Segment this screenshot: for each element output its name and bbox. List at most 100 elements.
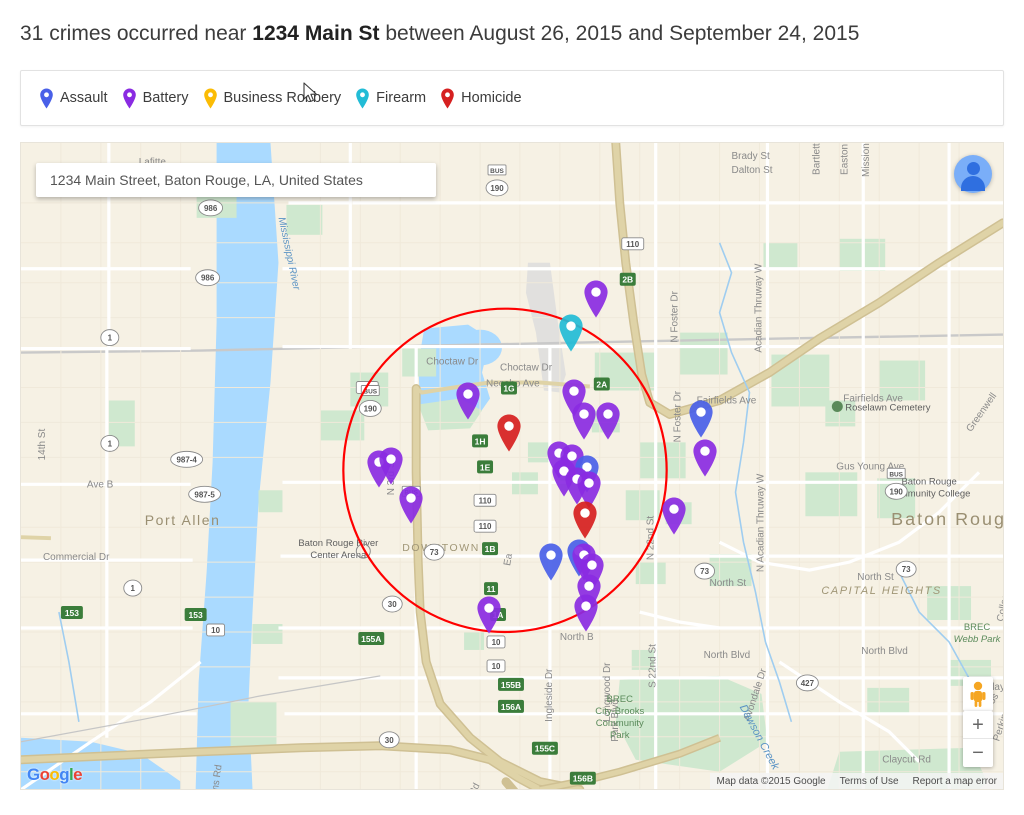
svg-text:73: 73 xyxy=(902,565,911,574)
svg-text:Baton Rouge River: Baton Rouge River xyxy=(298,538,378,549)
map-marker-battery[interactable] xyxy=(660,496,688,536)
map-pin-icon xyxy=(559,314,583,352)
map-marker-assault[interactable] xyxy=(537,542,565,582)
legend-item-assault[interactable]: Assault xyxy=(39,71,108,125)
svg-text:155B: 155B xyxy=(501,680,521,690)
page-title-address: 1234 Main St xyxy=(252,22,380,45)
page-title-prefix: 31 crimes occurred near xyxy=(20,22,253,45)
svg-text:190: 190 xyxy=(364,404,378,413)
google-logo-o1: o xyxy=(39,765,50,784)
map-marker-homicide[interactable] xyxy=(571,500,599,540)
map-marker-battery[interactable] xyxy=(454,381,482,421)
svg-text:Dalton St: Dalton St xyxy=(732,165,773,176)
google-logo-o2: o xyxy=(49,765,60,784)
map-marker-battery[interactable] xyxy=(397,485,425,525)
svg-text:2B: 2B xyxy=(622,275,633,285)
attribution-map-data: Map data ©2015 Google xyxy=(716,775,826,787)
map-marker-battery[interactable] xyxy=(582,279,610,319)
legend-label-business-robbery: Business Robbery xyxy=(223,90,342,106)
svg-text:BREC: BREC xyxy=(964,622,990,633)
svg-text:1: 1 xyxy=(131,584,136,593)
svg-text:110: 110 xyxy=(479,496,492,505)
svg-text:Easton St: Easton St xyxy=(839,143,850,175)
svg-text:North St: North St xyxy=(710,578,747,589)
svg-text:Acadian Thruway W: Acadian Thruway W xyxy=(753,263,764,353)
svg-text:Ingleside Dr: Ingleside Dr xyxy=(544,668,555,722)
map-marker-battery[interactable] xyxy=(691,438,719,478)
svg-text:Brady St: Brady St xyxy=(732,151,770,162)
map-pin-icon xyxy=(399,486,423,524)
svg-text:North Blvd: North Blvd xyxy=(704,650,751,661)
google-logo-e: e xyxy=(73,765,82,784)
svg-text:1H: 1H xyxy=(475,436,486,446)
page-title-suffix: between August 26, 2015 and September 24… xyxy=(379,22,860,45)
map-pin-icon xyxy=(122,88,137,109)
svg-text:City-Brooks: City-Brooks xyxy=(595,706,644,717)
svg-text:Choctaw Dr: Choctaw Dr xyxy=(500,363,553,374)
legend-label-homicide: Homicide xyxy=(461,90,522,106)
report-map-error-link[interactable]: Report a map error xyxy=(913,776,997,787)
terms-of-use-link[interactable]: Terms of Use xyxy=(840,776,899,787)
svg-text:North Blvd: North Blvd xyxy=(861,646,908,657)
map-marker-battery[interactable] xyxy=(572,593,600,633)
svg-text:S 22nd St: S 22nd St xyxy=(648,644,659,688)
svg-text:Park: Park xyxy=(610,730,630,741)
legend-card: Assault Battery Business Robbery Firearm… xyxy=(20,70,1004,126)
google-logo-g1: G xyxy=(27,765,40,784)
svg-text:14th St: 14th St xyxy=(37,429,48,461)
user-avatar-icon[interactable] xyxy=(954,155,992,193)
legend-item-homicide[interactable]: Homicide xyxy=(440,71,522,125)
zoom-controls[interactable]: + − xyxy=(963,711,993,767)
svg-text:11: 11 xyxy=(487,584,496,594)
map-marker-battery[interactable] xyxy=(377,446,405,486)
map-attribution: Map data ©2015 Google Terms of Use Repor… xyxy=(710,773,1003,789)
pegman-icon[interactable] xyxy=(963,677,993,711)
svg-text:987-4: 987-4 xyxy=(176,455,197,464)
svg-text:Baton Rouge: Baton Rouge xyxy=(891,509,1003,529)
svg-text:N Acadian Thruway W: N Acadian Thruway W xyxy=(755,473,766,572)
svg-text:1: 1 xyxy=(108,334,113,343)
map-pin-icon xyxy=(379,447,403,485)
search-input[interactable]: 1234 Main Street, Baton Rouge, LA, Unite… xyxy=(36,163,436,197)
svg-text:Baton Rouge: Baton Rouge xyxy=(901,476,956,487)
svg-text:10: 10 xyxy=(492,662,501,671)
map-pin-icon xyxy=(584,280,608,318)
svg-text:BUS: BUS xyxy=(490,168,504,175)
svg-text:155A: 155A xyxy=(361,634,381,644)
map-container[interactable]: Mississippi River Baton Rouge DOWNTOWN C… xyxy=(20,142,1004,790)
map-marker-assault[interactable] xyxy=(687,399,715,439)
map-marker-firearm[interactable] xyxy=(557,313,585,353)
map-pin-icon xyxy=(203,88,218,109)
map-marker-battery[interactable] xyxy=(475,595,503,635)
search-input-value: 1234 Main Street, Baton Rouge, LA, Unite… xyxy=(50,172,363,188)
page-title: 31 crimes occurred near 1234 Main St bet… xyxy=(20,18,1004,50)
google-logo: Google xyxy=(27,765,83,785)
svg-text:10: 10 xyxy=(492,638,501,647)
svg-text:1G: 1G xyxy=(503,383,515,393)
legend-label-firearm: Firearm xyxy=(376,90,427,106)
map-pin-icon xyxy=(689,400,713,438)
svg-text:Mission Dr: Mission Dr xyxy=(861,143,872,177)
pegman-glyph xyxy=(970,681,986,707)
svg-text:987-5: 987-5 xyxy=(194,490,215,499)
zoom-out-button[interactable]: − xyxy=(963,739,993,767)
legend-item-firearm[interactable]: Firearm xyxy=(355,71,426,125)
map-marker-homicide[interactable] xyxy=(495,413,523,453)
zoom-in-button[interactable]: + xyxy=(963,711,993,739)
svg-text:Community: Community xyxy=(596,718,644,729)
map-pin-icon xyxy=(497,414,521,452)
legend-item-business-robbery[interactable]: Business Robbery xyxy=(203,71,342,125)
svg-text:1: 1 xyxy=(108,439,113,448)
svg-text:Bartlett St: Bartlett St xyxy=(811,143,822,175)
svg-text:986: 986 xyxy=(204,204,218,213)
legend-item-battery[interactable]: Battery xyxy=(122,71,189,125)
map-pin-icon xyxy=(693,439,717,477)
svg-text:BREC: BREC xyxy=(607,694,633,705)
svg-text:Webb Park: Webb Park xyxy=(954,634,1002,645)
svg-text:986: 986 xyxy=(201,274,215,283)
svg-text:110: 110 xyxy=(479,522,492,531)
legend-label-assault: Assault xyxy=(60,90,108,106)
map-pin-icon xyxy=(440,88,455,109)
map-pin-icon xyxy=(39,88,54,109)
map-marker-battery[interactable] xyxy=(594,401,622,441)
